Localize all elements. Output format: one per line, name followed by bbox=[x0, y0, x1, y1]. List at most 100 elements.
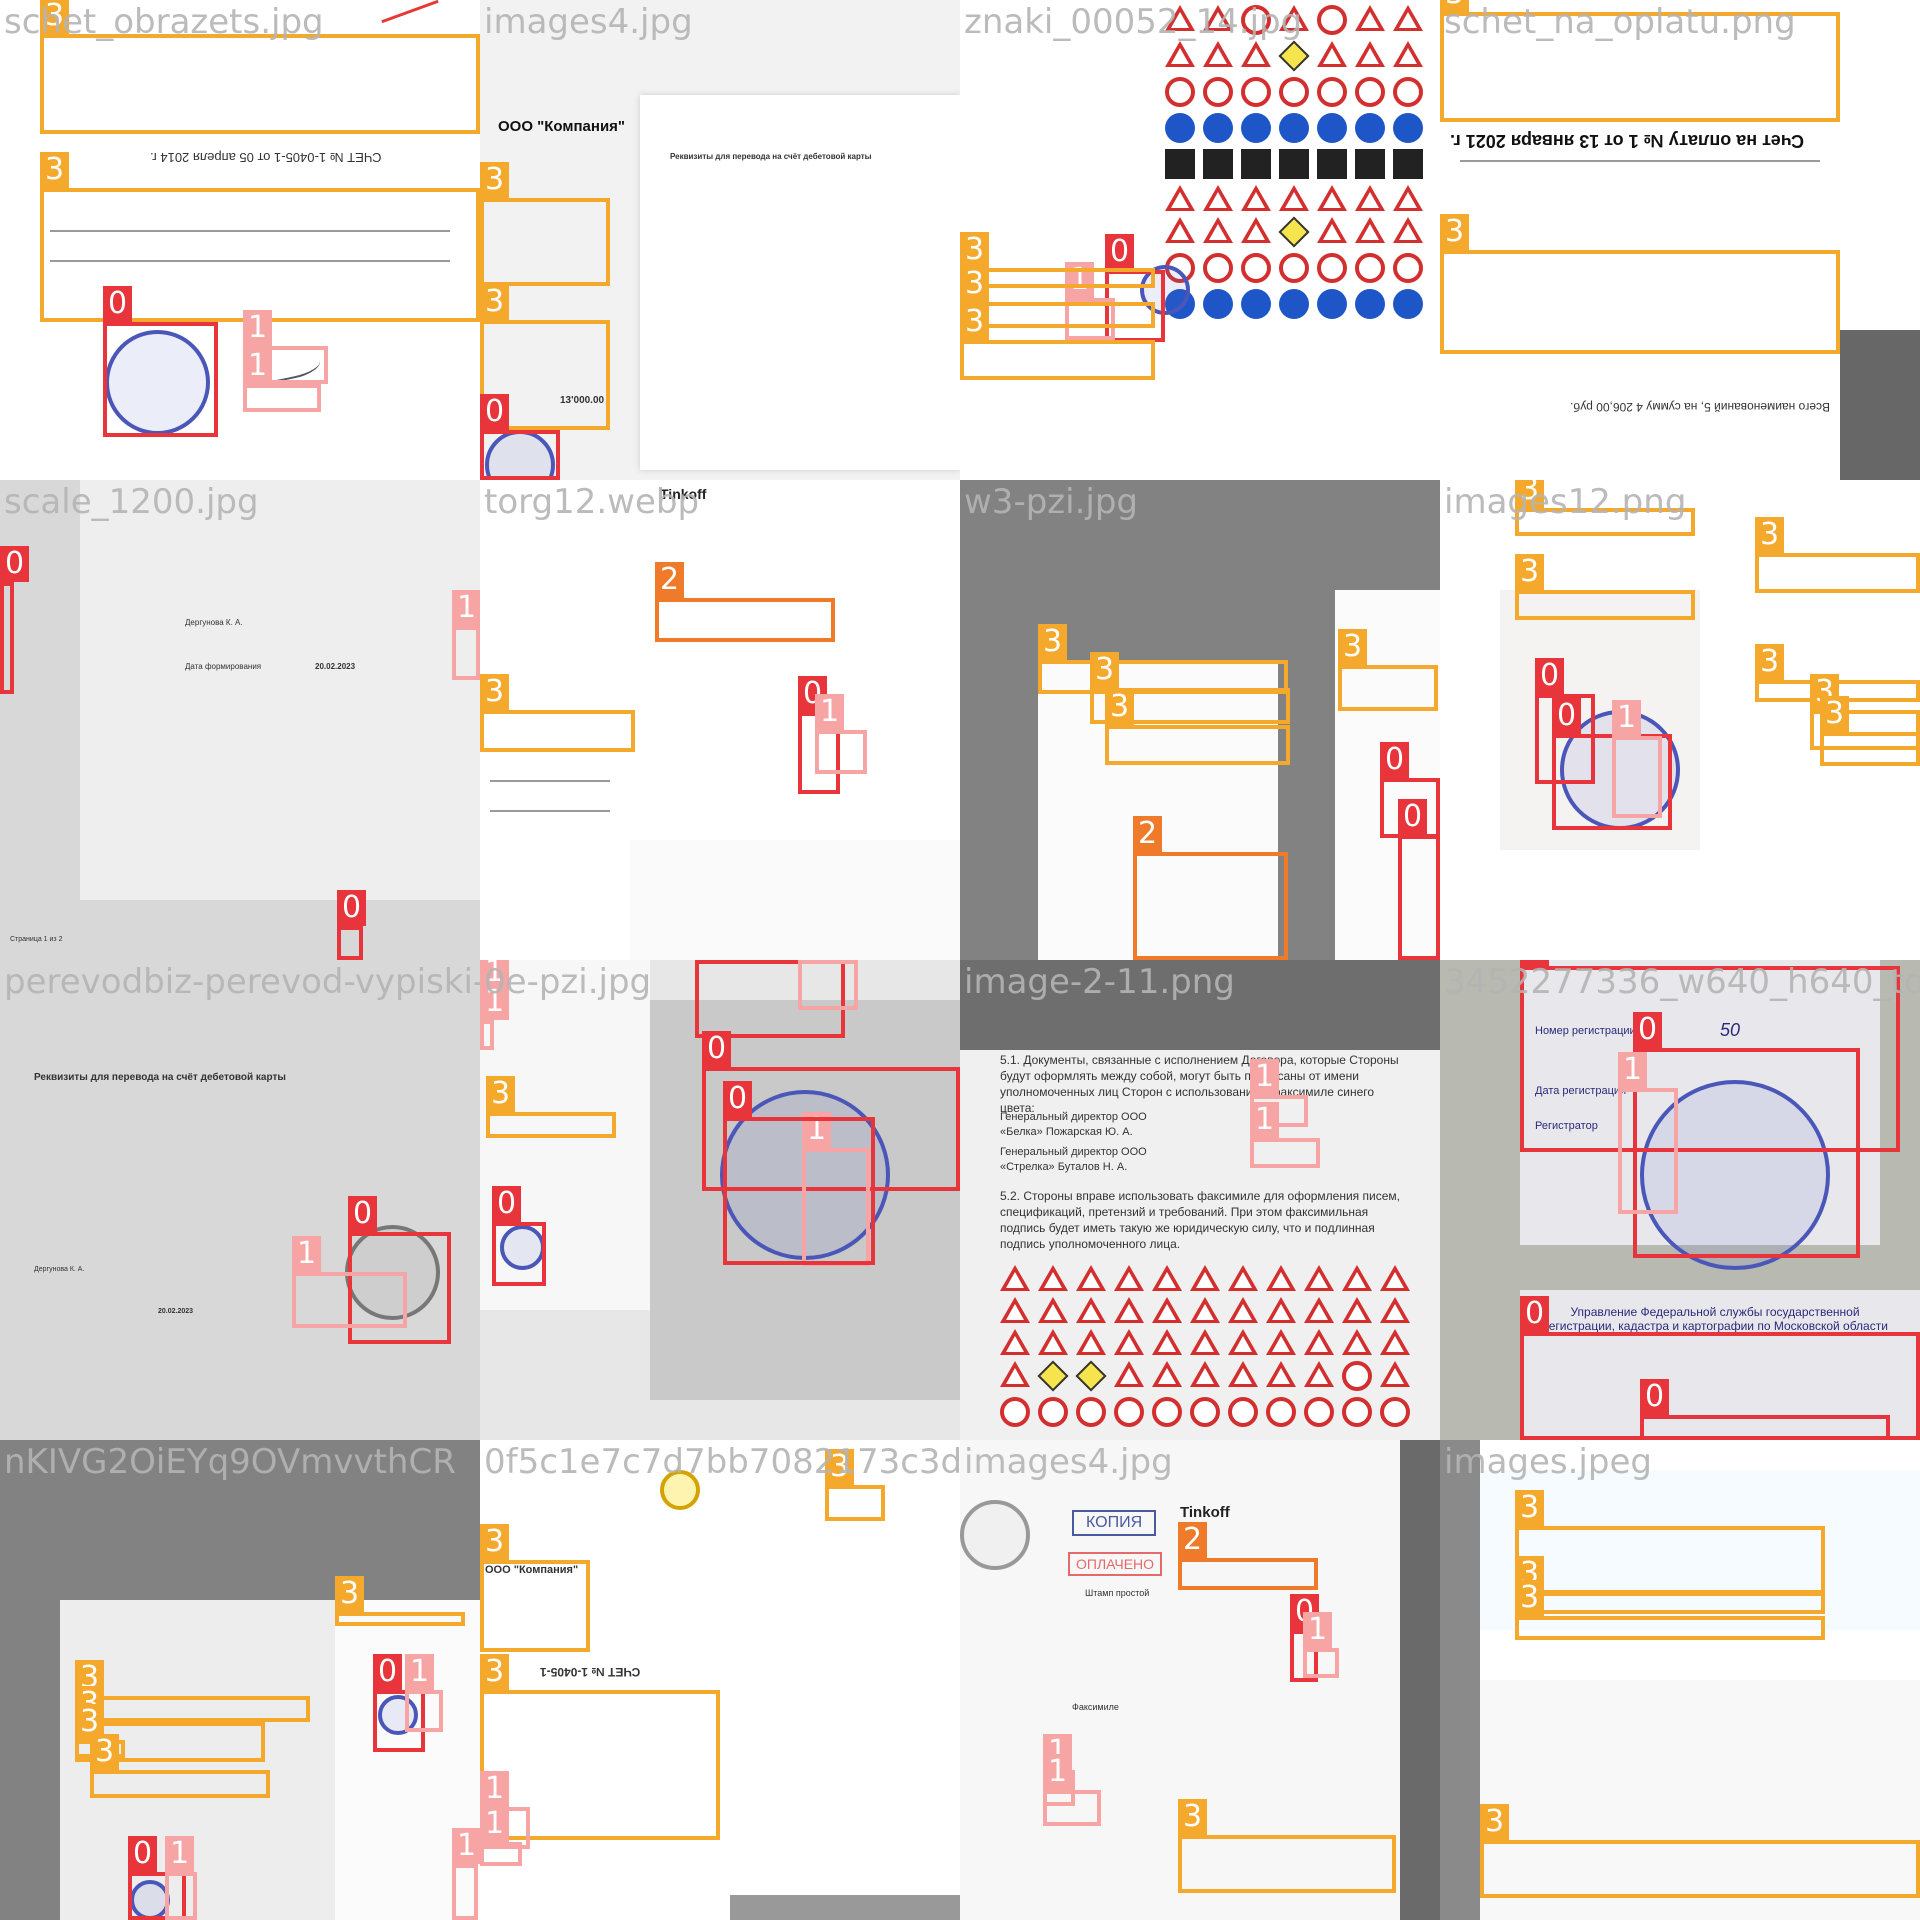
doc-page: Страница 1 из 2 bbox=[10, 936, 63, 943]
doc-signer: Дергунова К. А. bbox=[185, 618, 243, 627]
simple-stamp-label: Штамп простой bbox=[1085, 1588, 1150, 1598]
detection-box: 3 bbox=[480, 674, 635, 752]
detection-box: 3 bbox=[1820, 696, 1920, 766]
tile-7: images12.png 3 3 3 3 3 3 0 0 1 bbox=[1440, 480, 1920, 960]
registration-field: Номер регистрации bbox=[1535, 1025, 1636, 1037]
detection-box: 3 bbox=[960, 304, 1155, 380]
registration-number: 50 bbox=[1720, 1020, 1741, 1040]
signatory-2: Генеральный директор ООО «Стрелка» Бутал… bbox=[1000, 1146, 1147, 1173]
stamp-image bbox=[960, 1500, 1030, 1570]
tile-0: schet_obrazets.jpg СЧЕТ № 1-0405-1 от 05… bbox=[0, 0, 480, 480]
tile-15: images.jpeg 3 3 3 3 bbox=[1440, 1440, 1920, 1920]
detection-box: 2 bbox=[655, 562, 835, 642]
stamp-image bbox=[720, 1090, 890, 1260]
doc-footer: Всего наименований 5, на сумму 4 206,00 … bbox=[1570, 400, 1831, 414]
detection-box: 3 bbox=[480, 284, 610, 430]
tile-filename: images4.jpg bbox=[964, 1442, 1173, 1482]
clause-5-1: 5.1. Документы, связанные с исполнением … bbox=[1000, 1053, 1399, 1115]
doc-subheading: Реквизиты для перевода на счёт дебетовой… bbox=[670, 152, 872, 161]
detection-box: 1 bbox=[1250, 1102, 1320, 1168]
registration-field: Регистратор bbox=[1535, 1120, 1598, 1132]
detection-box: 0 bbox=[337, 890, 367, 960]
detection-box: 3 bbox=[1440, 214, 1840, 354]
stamp-image bbox=[660, 1470, 700, 1510]
stamp-image bbox=[485, 430, 555, 480]
tile-filename: w3-pzi.jpg bbox=[964, 482, 1139, 522]
registration-field: Дата регистрации bbox=[1535, 1085, 1627, 1097]
detection-box: 3 bbox=[960, 266, 1155, 328]
detection-box: 1 bbox=[243, 348, 321, 412]
detection-box: 2 bbox=[1178, 1522, 1318, 1590]
stamp-image bbox=[345, 1225, 440, 1320]
detection-box: 1 bbox=[1065, 262, 1115, 340]
detection-box: 0 bbox=[1290, 1594, 1320, 1682]
doc-total: 13'000.00 bbox=[560, 395, 605, 406]
tile-filename: schet_na_oplatu.png bbox=[1444, 2, 1796, 42]
road-signs-grid bbox=[1165, 5, 1425, 319]
stamp-image bbox=[105, 330, 210, 435]
detection-box: 1 bbox=[480, 1771, 530, 1849]
detection-box: 3 bbox=[1178, 1799, 1396, 1893]
detection-box: 1 bbox=[1303, 1612, 1339, 1678]
detection-box: 3 bbox=[1755, 517, 1920, 593]
tile-12: nKIVG2OiEYq9OVmvvthCR 3 3 3 3 3 0 1 0 1 … bbox=[0, 1440, 480, 1920]
tile-10: image-2-11.png 5.1. Документы, связанные… bbox=[960, 960, 1440, 1440]
stamp-image bbox=[1560, 710, 1680, 830]
doc-heading: СЧЕТ № 1-0405-1 bbox=[540, 1665, 641, 1679]
detection-box: 3 bbox=[480, 1654, 720, 1840]
tile-filename: nKIVG2OiEYq9OVmvvthCR bbox=[4, 1442, 456, 1482]
detection-box: 1 bbox=[480, 1806, 522, 1866]
detection-box: 3 bbox=[480, 162, 610, 286]
tile-3: schet_na_oplatu.png Счет на оплату № 1 о… bbox=[1440, 0, 1920, 480]
tile-5: torg12.webp Tinkoff 2 3 0 1 3 bbox=[480, 480, 960, 960]
stamp-image bbox=[1640, 1080, 1830, 1270]
stamp-image bbox=[378, 1695, 418, 1735]
detection-box: 1 bbox=[1043, 1754, 1101, 1826]
detection-box: 3 bbox=[1810, 674, 1920, 750]
doc-heading: Счет на оплату № 1 от 13 января 2021 г. bbox=[1450, 131, 1804, 151]
tile-13: 0f5c1e7c7d7bb7082173c3d624d СЧЕТ № 1-040… bbox=[480, 1440, 960, 1920]
tile-filename: images12.png bbox=[1444, 482, 1687, 522]
detection-box: 3 bbox=[1440, 0, 1840, 122]
stamp-text: Управление Федеральной службы государств… bbox=[1542, 1305, 1888, 1333]
doc-heading: СЧЕТ № 1-0405-1 от 05 апреля 2014 г. bbox=[150, 150, 382, 165]
clause-5-2: 5.2. Стороны вправе использовать факсими… bbox=[1000, 1189, 1400, 1251]
tile-filename: perevodbiz-perevod-vypiski- bbox=[4, 962, 480, 1002]
paid-stamp: ОПЛАЧЕНО bbox=[1068, 1552, 1163, 1576]
doc-company: ООО "Компания" bbox=[485, 1564, 579, 1576]
stamp-image bbox=[500, 1225, 545, 1270]
doc-signer: Дергунова К. А. bbox=[34, 1266, 85, 1273]
detection-box: 3 bbox=[40, 0, 480, 134]
tile-filename: schet_obrazets.jpg bbox=[4, 2, 324, 42]
copy-stamp: КОПИЯ bbox=[1072, 1510, 1157, 1536]
tile-6: w3-pzi.jpg 3 3 3 3 0 0 2 bbox=[960, 480, 1440, 960]
tile-14: images4.jpg КОПИЯ ОПЛАЧЕНО Штамп простой… bbox=[960, 1440, 1440, 1920]
doc-subheading: Реквизиты для перевода на счёт дебетовой… bbox=[34, 1072, 286, 1083]
road-signs-grid bbox=[1000, 1265, 1412, 1427]
tile-9: 0e-pzi.jpg 1 1 3 0 0 1 0 1 0 bbox=[480, 960, 960, 1440]
stamp-image bbox=[130, 1880, 170, 1920]
doc-date: 20.02.2023 bbox=[158, 1308, 194, 1315]
tile-8: perevodbiz-perevod-vypiski- Реквизиты дл… bbox=[0, 960, 480, 1440]
stamp-image bbox=[1140, 265, 1190, 315]
detection-box: 3 bbox=[40, 152, 480, 322]
detection-box: 1 bbox=[1043, 1734, 1075, 1806]
detection-box: 3 bbox=[1515, 480, 1695, 536]
detection-box: 1 bbox=[815, 694, 867, 774]
facsimile-label: Факсимиле bbox=[1072, 1702, 1119, 1712]
tile-2: znaki_00052_14.jpg 0 1 3 3 3 bbox=[960, 0, 1440, 480]
doc-date-label: Дата формирования bbox=[185, 662, 262, 671]
tile-4: scale_1200.jpg Дергунова К. А. Дата форм… bbox=[0, 480, 480, 960]
tile-filename: images4.jpg bbox=[484, 2, 693, 42]
detection-box: 3 bbox=[1755, 644, 1920, 702]
bank-logo: Tinkoff bbox=[660, 486, 707, 502]
signature-image bbox=[247, 343, 323, 387]
detection-box: 3 bbox=[960, 232, 1155, 288]
doc-heading: ООО "Компания" bbox=[498, 118, 626, 135]
bank-logo: Tinkoff bbox=[1180, 1504, 1230, 1521]
tile-1: images4.jpg ООО "Компания" Реквизиты для… bbox=[480, 0, 960, 480]
tile-11: 3452277336_w640_h640_to Номер регистраци… bbox=[1440, 960, 1920, 1440]
annotation-arrow bbox=[381, 0, 439, 24]
doc-date: 20.02.2023 bbox=[315, 662, 356, 671]
signatory-1: Генеральный директор ООО «Белка» Пожарск… bbox=[1000, 1111, 1147, 1138]
